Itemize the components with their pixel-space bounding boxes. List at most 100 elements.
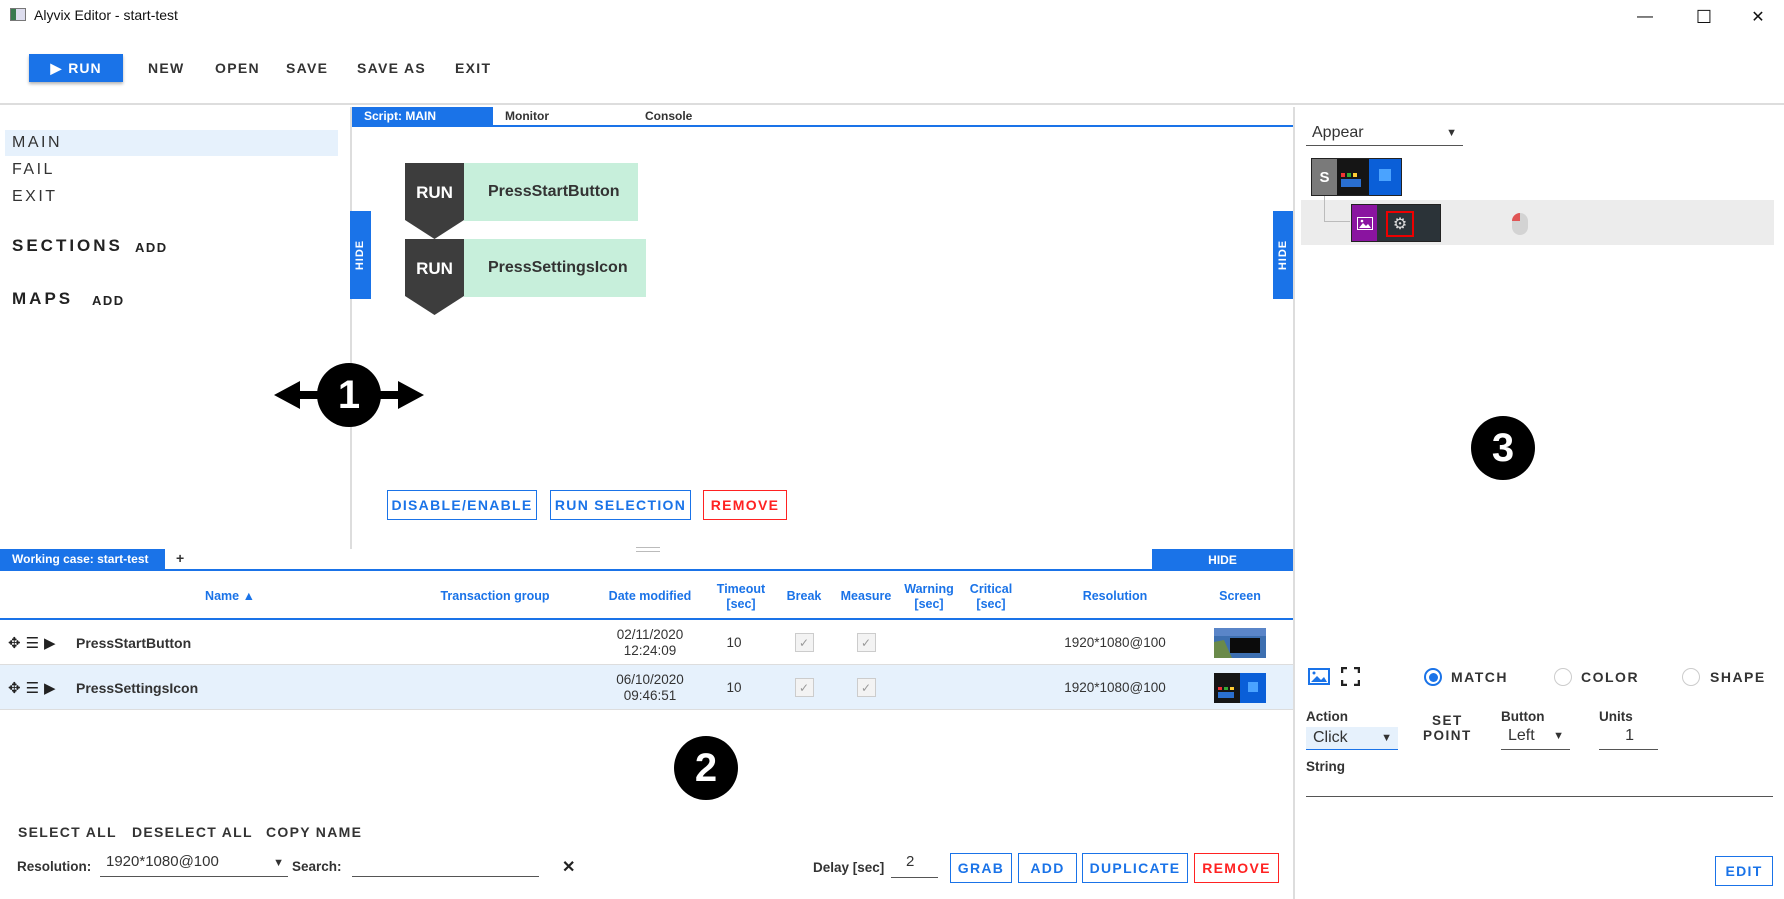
tab-monitor[interactable]: Monitor	[505, 107, 549, 125]
move-icon[interactable]: ✥	[8, 679, 21, 697]
col-screen[interactable]: Screen	[1195, 573, 1285, 620]
section-fail[interactable]: FAIL	[5, 157, 338, 183]
tab-working-case[interactable]: Working case: start-test	[0, 549, 165, 569]
hide-bottom-panel-button[interactable]: HIDE	[1152, 549, 1293, 571]
bottom-tabs: Working case: start-test + HIDE	[0, 549, 1293, 571]
duplicate-button[interactable]: DUPLICATE	[1082, 853, 1188, 883]
add-section-button[interactable]: ADD	[135, 240, 168, 255]
row-name[interactable]: PressSettingsIcon	[76, 665, 198, 710]
screen-thumbnail[interactable]	[1214, 627, 1266, 658]
row-date-day: 06/10/2020	[616, 671, 684, 687]
row-timeout[interactable]: 10	[706, 665, 762, 710]
col-timeout[interactable]: Timeout [sec]	[706, 573, 776, 620]
sections-panel: MAIN FAIL EXIT SECTIONS ADD MAPS ADD	[0, 107, 350, 549]
table-row[interactable]: ✥ ☰ ▶ PressStartButton 02/11/2020 12:24:…	[0, 620, 1293, 665]
method-match-radio[interactable]	[1424, 668, 1442, 686]
menu-new[interactable]: NEW	[148, 60, 185, 76]
select-all-button[interactable]: SELECT ALL	[18, 824, 117, 840]
tab-console[interactable]: Console	[645, 107, 692, 125]
copy-name-button[interactable]: COPY NAME	[266, 824, 362, 840]
row-warning[interactable]	[899, 665, 959, 710]
remove-block-button[interactable]: REMOVE	[703, 490, 787, 520]
button-label: Button	[1501, 709, 1545, 724]
clear-search-icon[interactable]: ✕	[562, 857, 575, 877]
tree-child-object[interactable]: ⚙	[1351, 204, 1441, 242]
menu-open[interactable]: OPEN	[215, 60, 260, 76]
image-icon	[1352, 205, 1377, 241]
edit-button[interactable]: EDIT	[1715, 856, 1773, 886]
image-select-icon[interactable]	[1308, 668, 1330, 685]
search-input[interactable]	[352, 853, 539, 877]
screen-thumbnail[interactable]	[1214, 672, 1266, 703]
col-resolution[interactable]: Resolution	[1060, 573, 1170, 620]
deselect-all-button[interactable]: DESELECT ALL	[132, 824, 253, 840]
resolution-value: 1920*1080@100	[106, 853, 219, 870]
col-date-modified[interactable]: Date modified	[600, 573, 700, 620]
row-date-time: 09:46:51	[623, 687, 677, 703]
method-shape-radio[interactable]	[1682, 668, 1700, 686]
run-keyword: RUN	[416, 259, 453, 278]
close-button[interactable]: ✕	[1740, 4, 1776, 30]
row-transaction-group[interactable]	[420, 665, 570, 710]
set-point-line1: SET	[1432, 713, 1463, 728]
maximize-button[interactable]: ☐	[1686, 4, 1722, 30]
add-to-script-icon[interactable]: ☰	[26, 679, 39, 697]
units-input[interactable]: 1	[1599, 727, 1658, 750]
mode-select[interactable]: Appear ▼	[1306, 124, 1463, 146]
delay-input[interactable]: 2	[891, 853, 938, 878]
method-color-label[interactable]: COLOR	[1581, 669, 1639, 685]
col-warning[interactable]: Warning [sec]	[899, 573, 959, 620]
method-color-radio[interactable]	[1554, 668, 1572, 686]
move-icon[interactable]: ✥	[8, 634, 21, 652]
add-tab-button[interactable]: +	[176, 550, 184, 566]
add-button[interactable]: ADD	[1018, 853, 1077, 883]
row-critical[interactable]	[961, 665, 1021, 710]
section-main[interactable]: MAIN	[5, 130, 338, 156]
set-point-button[interactable]: SET POINT	[1423, 713, 1472, 743]
play-icon[interactable]: ▶	[44, 634, 56, 652]
row-name[interactable]: PressStartButton	[76, 620, 191, 665]
fullscreen-icon[interactable]	[1341, 667, 1360, 686]
run-selection-button[interactable]: RUN SELECTION	[550, 490, 691, 520]
add-to-script-icon[interactable]: ☰	[26, 634, 39, 652]
title-bar: Alyvix Editor - start-test — ☐ ✕	[0, 0, 1784, 34]
remove-object-button[interactable]: REMOVE	[1194, 853, 1279, 883]
col-critical[interactable]: Critical [sec]	[961, 573, 1021, 620]
disable-enable-button[interactable]: DISABLE/ENABLE	[387, 490, 537, 520]
string-input[interactable]	[1306, 777, 1773, 797]
tab-script-main[interactable]: Script: MAIN	[352, 107, 493, 125]
break-checkbox[interactable]: ✓	[794, 678, 814, 697]
break-checkbox[interactable]: ✓	[794, 633, 814, 652]
grab-button[interactable]: GRAB	[950, 853, 1012, 883]
measure-checkbox[interactable]: ✓	[856, 678, 876, 697]
table-row[interactable]: ✥ ☰ ▶ PressSettingsIcon 06/10/2020 09:46…	[0, 665, 1293, 710]
row-transaction-group[interactable]	[420, 620, 570, 665]
method-match-label[interactable]: MATCH	[1451, 669, 1508, 685]
method-shape-label[interactable]: SHAPE	[1710, 669, 1766, 685]
measure-checkbox[interactable]: ✓	[856, 633, 876, 652]
col-name[interactable]: Name ▲	[150, 573, 310, 620]
dropdown-arrow-icon: ▼	[273, 857, 284, 869]
minimize-button[interactable]: —	[1627, 4, 1663, 30]
gear-icon: ⚙	[1386, 211, 1414, 237]
menu-exit[interactable]: EXIT	[455, 60, 491, 76]
col-break[interactable]: Break	[776, 573, 832, 620]
run-button[interactable]: ▶ RUN	[29, 54, 123, 82]
action-select[interactable]: Click ▼	[1306, 727, 1398, 750]
col-transaction-group[interactable]: Transaction group	[420, 573, 570, 620]
menu-save-as[interactable]: SAVE AS	[357, 60, 426, 76]
row-critical[interactable]	[961, 620, 1021, 665]
section-exit[interactable]: EXIT	[5, 184, 338, 210]
hide-right-panel-button[interactable]: HIDE	[1273, 211, 1294, 299]
set-point-line2: POINT	[1423, 728, 1472, 743]
tree-root-screen[interactable]: S	[1311, 158, 1402, 196]
mouse-button-select[interactable]: Left ▼	[1501, 727, 1570, 750]
row-warning[interactable]	[899, 620, 959, 665]
add-map-button[interactable]: ADD	[92, 293, 125, 308]
window-title: Alyvix Editor - start-test	[34, 7, 178, 23]
play-icon[interactable]: ▶	[44, 679, 56, 697]
resolution-select[interactable]: 1920*1080@100 ▼	[100, 853, 288, 877]
col-measure[interactable]: Measure	[835, 573, 897, 620]
menu-save[interactable]: SAVE	[286, 60, 328, 76]
row-timeout[interactable]: 10	[706, 620, 762, 665]
